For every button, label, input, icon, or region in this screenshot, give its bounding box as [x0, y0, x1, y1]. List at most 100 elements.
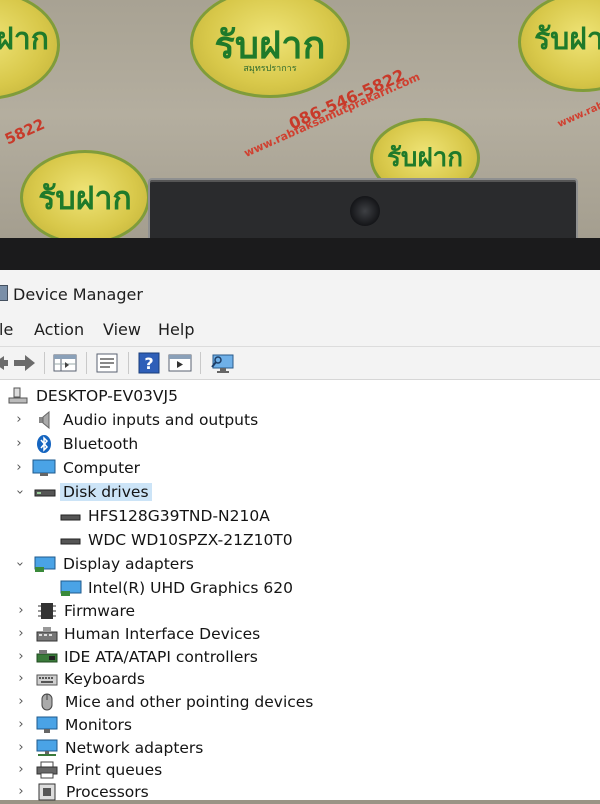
ide-controller-icon [36, 650, 58, 663]
tree-child-label: HFS128G39TND-N210A [88, 507, 270, 525]
tree-item-label: Display adapters [63, 555, 194, 573]
tree-item-monitors[interactable]: › Monitors [14, 715, 314, 737]
tree-item-label: Network adapters [65, 739, 204, 757]
tree-item-ide-ata-atapi-controllers[interactable]: › IDE ATA/ATAPI controllers [14, 647, 314, 669]
webcam-lens-icon [350, 196, 380, 226]
toolbar-separator [200, 352, 201, 374]
tree-item-bluetooth[interactable]: › Bluetooth [12, 434, 312, 456]
tree-item-label: Keyboards [64, 670, 145, 688]
tree-item-label: Monitors [65, 716, 132, 734]
menu-view[interactable]: View [103, 320, 141, 339]
brand-text: รับฝาก [534, 22, 600, 57]
brand-badge-center: รับฝาก สมุทรปราการ [190, 0, 350, 98]
chevron-right-icon[interactable]: › [14, 785, 28, 799]
chevron-right-icon[interactable]: › [14, 695, 28, 709]
brand-text: รับฝาก [0, 22, 49, 58]
display-adapter-icon [60, 580, 82, 596]
computer-root-icon [8, 387, 28, 404]
brand-text: รับฝาก [38, 178, 132, 217]
chevron-right-icon[interactable]: › [14, 718, 28, 732]
device-manager-window: Device Manager le Action View Help ? DES… [0, 270, 600, 801]
computer-icon [32, 459, 56, 476]
tree-item-print-queues[interactable]: › Print queues [14, 760, 314, 782]
tree-item-label: IDE ATA/ATAPI controllers [64, 648, 258, 666]
toolbar-separator [86, 352, 87, 374]
chevron-right-icon[interactable]: › [12, 413, 26, 427]
phone-fragment-left: 5822 [2, 115, 48, 149]
brand-badge-lower-left: รับฝาก [20, 150, 150, 245]
disk-drive-icon [34, 489, 56, 497]
chevron-right-icon[interactable]: › [12, 461, 26, 475]
tree-root-label: DESKTOP-EV03VJ5 [36, 387, 178, 405]
tree-item-label: Mice and other pointing devices [65, 693, 314, 711]
menu-bar: le Action View Help [0, 316, 600, 342]
chevron-right-icon[interactable]: › [14, 627, 28, 641]
menu-file[interactable]: le [0, 320, 13, 339]
firmware-icon [38, 603, 56, 619]
menu-action[interactable]: Action [34, 320, 84, 339]
tree-root[interactable]: DESKTOP-EV03VJ5 [0, 386, 300, 408]
tree-child-disk-1[interactable]: HFS128G39TND-N210A [60, 506, 360, 528]
tree-child-disk-2[interactable]: WDC WD10SPZX-21Z10T0 [60, 530, 360, 552]
network-adapter-icon [36, 739, 58, 756]
brand-text: รับฝาก [386, 143, 464, 174]
device-manager-icon [0, 285, 8, 301]
chevron-right-icon[interactable]: › [14, 763, 28, 777]
tree-item-mice[interactable]: › Mice and other pointing devices [14, 692, 334, 714]
forward-icon[interactable] [12, 352, 36, 374]
tree-item-computer[interactable]: › Computer [12, 458, 312, 480]
window-title: Device Manager [13, 285, 143, 304]
tree-item-label: Firmware [64, 602, 136, 620]
back-icon[interactable] [0, 352, 8, 374]
chevron-right-icon[interactable]: › [14, 604, 28, 618]
monitor-icon [36, 716, 58, 733]
tree-item-network-adapters[interactable]: › Network adapters [14, 738, 314, 760]
title-bar: Device Manager [0, 270, 600, 312]
brand-badge-right: รับฝาก [518, 0, 600, 92]
tree-item-label: Bluetooth [63, 435, 139, 453]
tree-item-processors[interactable]: › Processors [14, 782, 314, 804]
tree-child-label: WDC WD10SPZX-21Z10T0 [88, 531, 293, 549]
laptop-bezel [0, 238, 600, 274]
tree-item-label: Computer [63, 459, 141, 477]
chevron-right-icon[interactable]: › [14, 650, 28, 664]
chevron-down-icon[interactable]: › [12, 485, 27, 499]
tree-item-display-adapters[interactable]: › Display adapters [12, 554, 312, 576]
brand-subtitle: สมุทรปราการ [243, 63, 297, 74]
display-adapter-icon [34, 556, 56, 572]
show-hidden-icon[interactable] [95, 352, 119, 374]
tree-child-display-1[interactable]: Intel(R) UHD Graphics 620 [60, 578, 360, 600]
tree-item-label: Print queues [65, 761, 163, 779]
monitor-scan-icon[interactable] [210, 352, 236, 374]
chevron-right-icon[interactable]: › [12, 437, 26, 451]
speaker-icon [39, 411, 50, 429]
hid-icon [36, 627, 58, 642]
chevron-right-icon[interactable]: › [14, 672, 28, 686]
chevron-right-icon[interactable]: › [14, 741, 28, 755]
tree-item-firmware[interactable]: › Firmware [14, 601, 314, 623]
tree-item-audio[interactable]: › Audio inputs and outputs [12, 410, 312, 432]
mouse-icon [41, 693, 53, 711]
toolbar: ? [0, 346, 600, 380]
keyboard-icon [36, 674, 58, 686]
menu-help[interactable]: Help [158, 320, 194, 339]
tree-item-keyboards[interactable]: › Keyboards [14, 669, 314, 691]
bluetooth-icon [37, 435, 51, 453]
chevron-down-icon[interactable]: › [12, 557, 27, 571]
tree-item-disk-drives[interactable]: › Disk drives [12, 482, 312, 504]
processor-icon [38, 783, 56, 801]
tree-child-label: Intel(R) UHD Graphics 620 [88, 579, 293, 597]
disk-drive-icon [60, 538, 81, 545]
device-tree: DESKTOP-EV03VJ5 › Audio inputs and outpu… [0, 380, 600, 801]
tree-item-label: Disk drives [60, 483, 152, 501]
properties-grid-icon[interactable] [53, 352, 77, 374]
toolbar-separator [128, 352, 129, 374]
svg-text:?: ? [144, 354, 153, 373]
tree-item-human-interface-devices[interactable]: › Human Interface Devices [14, 624, 314, 646]
help-icon[interactable]: ? [138, 352, 160, 374]
disk-drive-icon [60, 514, 81, 521]
tree-item-label: Audio inputs and outputs [63, 411, 259, 429]
brand-badge-left: รับฝาก [0, 0, 60, 100]
run-icon[interactable] [168, 352, 192, 374]
tree-item-label: Human Interface Devices [64, 625, 261, 643]
